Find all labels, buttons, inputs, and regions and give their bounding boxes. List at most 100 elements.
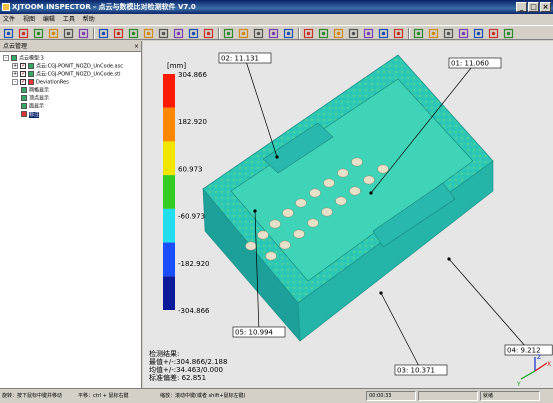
expander-icon[interactable]: + bbox=[12, 71, 18, 77]
report-icon[interactable] bbox=[488, 28, 499, 39]
results-heading: 检测结果: bbox=[149, 349, 179, 358]
tree-item[interactable]: + ✓ 点云:CGJ-PONIT_NOZD_UnCode.stl bbox=[12, 71, 121, 78]
hole bbox=[349, 186, 361, 196]
hole bbox=[265, 251, 277, 261]
new-icon[interactable] bbox=[3, 28, 14, 39]
tree-item-label: 网格显示 bbox=[29, 87, 50, 94]
undo-icon[interactable] bbox=[203, 28, 214, 39]
toolbar bbox=[0, 25, 553, 40]
grid-icon[interactable] bbox=[443, 28, 454, 39]
print-icon[interactable] bbox=[78, 28, 89, 39]
face-display-icon bbox=[21, 103, 27, 109]
checkbox-icon[interactable]: ✓ bbox=[20, 79, 26, 85]
select-point-icon[interactable] bbox=[303, 28, 314, 39]
minimize-button[interactable]: _ bbox=[516, 2, 527, 12]
select-poly-icon[interactable] bbox=[333, 28, 344, 39]
hole bbox=[279, 240, 291, 250]
panel-close-icon[interactable]: × bbox=[134, 41, 139, 52]
expander-icon[interactable]: - bbox=[3, 55, 9, 61]
view-left-icon[interactable] bbox=[253, 28, 264, 39]
legend-swatch bbox=[163, 74, 175, 108]
window-title: XJTOOM INSPECTOR - 点云与数模比对检测软件 V7.0 bbox=[12, 3, 196, 11]
callout-leader bbox=[380, 292, 422, 371]
hole bbox=[323, 178, 335, 188]
select-rect-icon[interactable] bbox=[318, 28, 329, 39]
results-stddev: 标准偏差: 62.851 bbox=[149, 373, 206, 382]
view-back-icon[interactable] bbox=[238, 28, 249, 39]
import-icon[interactable] bbox=[48, 28, 59, 39]
tree-item[interactable]: - 点云模型:3 bbox=[3, 55, 44, 62]
mesh-icon bbox=[28, 71, 34, 77]
annotation-icon bbox=[21, 111, 27, 117]
callout-anchor bbox=[447, 257, 451, 261]
callout-leader bbox=[448, 258, 529, 351]
tree-item[interactable]: 顶点显示 bbox=[21, 95, 49, 102]
open-icon[interactable] bbox=[18, 28, 29, 39]
zoom-out-icon[interactable] bbox=[143, 28, 154, 39]
hole bbox=[351, 157, 363, 167]
menu-bar: 文件 视图 编辑 工具 帮助 bbox=[0, 14, 553, 25]
export-icon[interactable] bbox=[63, 28, 74, 39]
hole bbox=[269, 219, 281, 229]
tree-item[interactable]: 面显示 bbox=[21, 103, 44, 110]
zoom-window-icon[interactable] bbox=[158, 28, 169, 39]
hole bbox=[245, 241, 257, 251]
3d-viewport[interactable]: [mm] 304.866 182.920 60.973 -60.973 -182.920 -… bbox=[143, 41, 553, 388]
hole bbox=[335, 196, 347, 206]
fit-icon[interactable] bbox=[188, 28, 199, 39]
fit-align-icon[interactable] bbox=[393, 28, 404, 39]
menu-file[interactable]: 文件 bbox=[0, 16, 18, 23]
cross-section-icon[interactable] bbox=[378, 28, 389, 39]
menu-view[interactable]: 视图 bbox=[20, 16, 38, 23]
view-right-icon[interactable] bbox=[268, 28, 279, 39]
checkbox-icon[interactable]: ✓ bbox=[20, 71, 26, 77]
expander-icon[interactable]: + bbox=[12, 63, 18, 69]
close-button[interactable]: × bbox=[540, 2, 551, 12]
tree-item-label: 顶点显示 bbox=[29, 95, 50, 102]
checkbox-icon[interactable]: ✓ bbox=[20, 63, 26, 69]
callout-label: 03: 10.371 bbox=[397, 367, 435, 375]
vertex-display-icon bbox=[21, 95, 27, 101]
legend-swatch bbox=[163, 141, 175, 176]
3d-scene[interactable]: [mm]304.866 182.920 60.973 -60.973 -182.920 -… bbox=[143, 41, 553, 388]
rotate-icon[interactable] bbox=[173, 28, 184, 39]
tree-item[interactable]: 网格显示 bbox=[21, 87, 49, 94]
point-cloud-panel: 点云管理 × - 点云模型:3 + ✓ 点云:CGJ-PONIT_NOZD_UnCode… bbox=[0, 41, 142, 388]
legend-unit: [mm] bbox=[167, 62, 186, 70]
callout-anchor bbox=[379, 291, 383, 295]
hole bbox=[282, 208, 294, 218]
status-empty bbox=[418, 391, 478, 401]
callout-anchor bbox=[369, 191, 373, 195]
toolbar-separator bbox=[298, 28, 300, 39]
legend-swatch bbox=[163, 107, 175, 142]
view-front-icon[interactable] bbox=[223, 28, 234, 39]
maximize-button[interactable]: □ bbox=[528, 2, 539, 12]
tree-item-label: 标注 bbox=[29, 111, 40, 118]
menu-help[interactable]: 帮助 bbox=[80, 16, 98, 23]
save-icon[interactable] bbox=[33, 28, 44, 39]
move-icon[interactable] bbox=[113, 28, 124, 39]
tree-item[interactable]: 标注 bbox=[21, 111, 40, 118]
tree-item-label: 点云:CGJ-PONIT_NOZD_UnCode.stl bbox=[36, 71, 121, 78]
chart-icon[interactable] bbox=[413, 28, 424, 39]
tree-item[interactable]: + ✓ 点云:CGJ-PONIT_NOZD_UnCode.asc bbox=[12, 63, 123, 70]
compare-icon[interactable] bbox=[473, 28, 484, 39]
expander-icon[interactable]: - bbox=[12, 79, 18, 85]
legend-swatch bbox=[163, 208, 175, 243]
report-save-icon[interactable] bbox=[503, 28, 514, 39]
tree-item[interactable]: - ✓ DeviationRes bbox=[12, 79, 69, 86]
legend-label: -182.920 bbox=[178, 260, 209, 268]
results-mean: 均值+/-:34.463/0.000 bbox=[149, 365, 223, 374]
deselect-icon[interactable] bbox=[363, 28, 374, 39]
title-bar: XJTOOM INSPECTOR - 点云与数模比对检测软件 V7.0 _ □ … bbox=[0, 0, 553, 14]
zoom-in-icon[interactable] bbox=[128, 28, 139, 39]
menu-edit[interactable]: 编辑 bbox=[40, 16, 58, 23]
clip-icon[interactable] bbox=[348, 28, 359, 39]
measure-icon[interactable] bbox=[428, 28, 439, 39]
view-top-icon[interactable] bbox=[283, 28, 294, 39]
refresh-icon[interactable] bbox=[98, 28, 109, 39]
part-model[interactable] bbox=[202, 54, 494, 342]
legend-label: 182.920 bbox=[178, 118, 207, 126]
pattern-icon[interactable] bbox=[458, 28, 469, 39]
menu-tools[interactable]: 工具 bbox=[60, 16, 78, 23]
